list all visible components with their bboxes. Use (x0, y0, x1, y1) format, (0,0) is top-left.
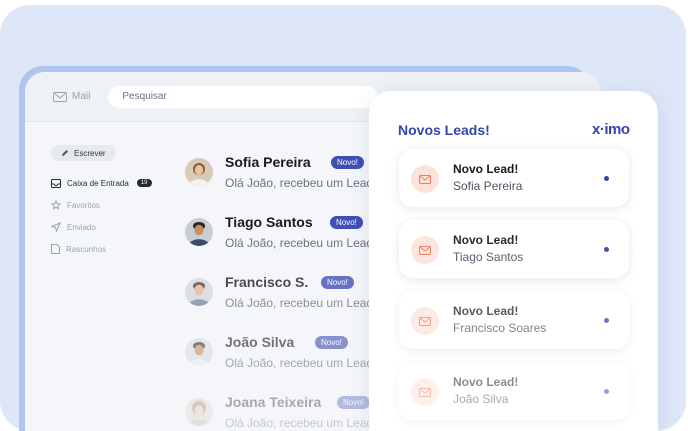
lead-card-title: Novo Lead! (453, 162, 519, 176)
star-icon (51, 200, 61, 210)
message-preview: Olá João, recebeu um Lead (225, 356, 374, 370)
pencil-icon (62, 150, 68, 156)
mail-icon (419, 174, 431, 184)
sidebar-item-favorites[interactable]: Favoritos (51, 197, 191, 213)
avatar (185, 398, 213, 426)
lead-icon-circle (411, 307, 439, 335)
sidebar-item-label: Rascunhos (66, 244, 107, 254)
draft-icon (51, 244, 60, 254)
compose-button[interactable]: Escrever (51, 145, 116, 161)
sender-name: Tiago Santos (225, 214, 313, 230)
lead-card-name: Sofia Pereira (453, 179, 523, 193)
avatar (185, 158, 213, 186)
new-badge: Novo! (315, 336, 348, 349)
sidebar-item-inbox[interactable]: Caixa de Entrada 19 (51, 175, 191, 191)
lead-icon-circle (411, 165, 439, 193)
inbox-count-badge: 19 (136, 179, 152, 187)
unread-dot (604, 389, 609, 394)
message-preview: Olá João, recebeu um Lead (225, 236, 374, 250)
avatar (185, 278, 213, 306)
message-preview: Olá João, recebeu um Lead (225, 296, 374, 310)
stage: Mail Pesquisar Escrever Caixa de Entrada… (0, 0, 688, 431)
lead-icon-circle (411, 378, 439, 406)
lead-card[interactable]: Novo Lead! Francisco Soares (399, 291, 629, 349)
new-leads-panel: Novos Leads! x·imo Novo Lead! Sofia Pere… (369, 91, 658, 431)
new-badge: Novo! (330, 216, 363, 229)
sidebar-item-drafts[interactable]: Rascunhos (51, 241, 191, 257)
sidebar-item-label: Caixa de Entrada (67, 178, 129, 188)
lead-card-title: Novo Lead! (453, 233, 519, 247)
message-preview: Olá João, recebeu um Lead (225, 176, 374, 190)
sidebar-item-sent[interactable]: Enviado (51, 219, 191, 235)
new-badge: Novo! (331, 156, 364, 169)
send-icon (51, 222, 61, 232)
mail-app-label: Mail (53, 91, 90, 102)
sender-name: João Silva (225, 334, 295, 350)
avatar (185, 338, 213, 366)
lead-card-name: Tiago Santos (453, 250, 524, 264)
message-preview: Olá João, recebeu um Lead (225, 416, 374, 430)
mail-icon (53, 91, 67, 102)
sender-name: Joana Teixeira (225, 394, 322, 410)
mail-icon (419, 245, 431, 255)
lead-card-title: Novo Lead! (453, 304, 519, 318)
sender-name: Francisco S. (225, 274, 309, 290)
inbox-icon (51, 178, 61, 188)
search-placeholder: Pesquisar (122, 91, 167, 102)
lead-card-name: João Silva (453, 392, 509, 406)
sidebar-item-label: Enviado (67, 222, 96, 232)
lead-icon-circle (411, 236, 439, 264)
lead-card[interactable]: Novo Lead! Sofia Pereira (399, 149, 629, 207)
compose-label: Escrever (74, 148, 106, 158)
avatar (185, 218, 213, 246)
lead-card[interactable]: Novo Lead! João Silva (399, 362, 629, 420)
unread-dot (604, 318, 609, 323)
lead-card-title: Novo Lead! (453, 375, 519, 389)
search-input[interactable]: Pesquisar (108, 85, 379, 108)
mail-sidebar: Escrever Caixa de Entrada 19 Favoritos E… (51, 144, 191, 263)
new-badge: Novo! (321, 276, 354, 289)
ximo-logo: x·imo (592, 121, 630, 138)
sidebar-item-label: Favoritos (67, 200, 100, 210)
new-badge: Novo! (337, 396, 370, 409)
panel-title: Novos Leads! (398, 122, 490, 138)
mail-icon (419, 387, 431, 397)
mail-icon (419, 316, 431, 326)
mail-app-name: Mail (72, 91, 91, 102)
unread-dot (604, 176, 609, 181)
sender-name: Sofia Pereira (225, 154, 311, 170)
lead-card-name: Francisco Soares (453, 321, 547, 335)
lead-card[interactable]: Novo Lead! Tiago Santos (399, 220, 629, 278)
unread-dot (604, 247, 609, 252)
